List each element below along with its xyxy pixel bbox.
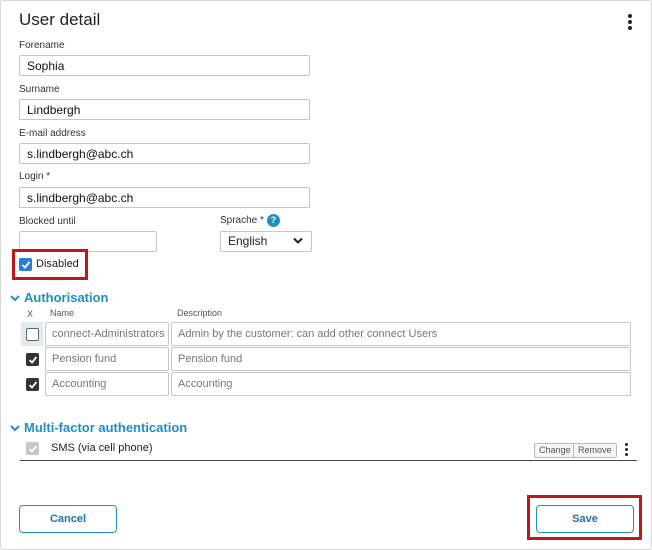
cancel-button[interactable]: Cancel [19,505,117,533]
forename-label: Forename [19,40,65,51]
forename-input[interactable] [19,55,310,76]
table-row-checkbox[interactable] [26,353,39,366]
role-name-cell: connect-Administrators [45,322,169,346]
authorisation-section-toggle[interactable]: Authorisation [10,290,109,305]
mfa-method-checkbox [26,442,39,455]
role-description-cell: Accounting [171,372,631,396]
login-input[interactable] [19,187,310,208]
panel-title: User detail [19,10,101,29]
chevron-down-icon [10,425,20,432]
disabled-checkbox[interactable] [19,258,32,271]
more-options-icon[interactable] [628,14,632,30]
mfa-title: Multi-factor authentication [24,420,188,435]
mfa-section-toggle[interactable]: Multi-factor authentication [10,420,187,435]
language-label: Sprache * [220,215,264,227]
change-button[interactable]: Change [534,443,576,458]
table-row-checkbox[interactable] [26,378,39,391]
email-label: E-mail address [19,128,86,139]
surname-input[interactable] [19,99,310,120]
column-header-description: Description [177,308,223,318]
surname-label: Surname [19,84,60,95]
column-header-x: X [27,309,34,319]
user-detail-panel: User detail Forename Surname E-mail addr… [0,0,652,550]
disabled-label: Disabled [36,258,79,270]
table-row-checkbox[interactable] [26,328,39,341]
mfa-divider [20,460,637,461]
language-select-value: English [228,234,268,248]
column-header-name: Name [50,308,75,318]
role-description-cell: Admin by the customer: can add other con… [171,322,631,346]
email-input[interactable] [19,143,310,164]
authorisation-title: Authorisation [24,290,109,305]
mfa-method-label: SMS (via cell phone) [51,442,153,454]
language-select[interactable]: English [220,231,312,252]
help-icon[interactable]: ? [266,214,280,227]
mfa-more-options-icon[interactable] [624,443,628,456]
language-label-row: Sprache *? [220,214,280,227]
login-label: Login * [19,171,51,182]
save-button[interactable]: Save [536,505,634,533]
role-name-cell: Pension fund [45,347,169,371]
chevron-down-icon [293,237,303,244]
blocked-until-label: Blocked until [19,216,76,227]
role-description-cell: Pension fund [171,347,631,371]
remove-button[interactable]: Remove [573,443,617,458]
role-name-cell: Accounting [45,372,169,396]
chevron-down-icon [10,295,20,302]
